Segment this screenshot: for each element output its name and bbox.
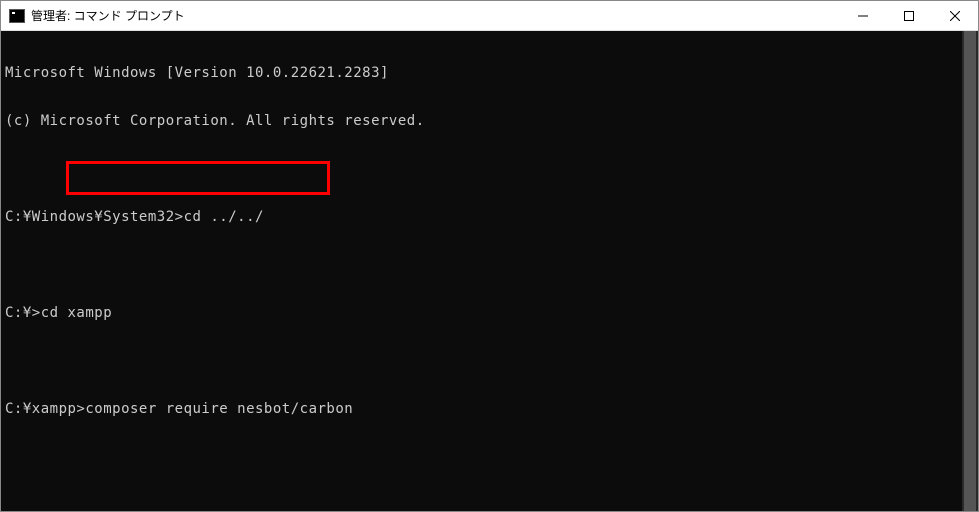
output-line: (c) Microsoft Corporation. All rights re…: [5, 113, 958, 129]
minimize-button[interactable]: [840, 1, 886, 30]
command-line: C:¥Windows¥System32>cd ../../: [5, 209, 958, 225]
command-prompt-window: 管理者: コマンド プロンプト Microsoft Windows [Versi…: [0, 0, 979, 512]
command-line: C:¥>cd xampp: [5, 305, 958, 321]
maximize-button[interactable]: [886, 1, 932, 30]
blank-line: [5, 257, 958, 273]
close-button[interactable]: [932, 1, 978, 30]
terminal-area[interactable]: Microsoft Windows [Version 10.0.22621.22…: [1, 31, 978, 511]
maximize-icon: [904, 11, 914, 21]
window-controls: [840, 1, 978, 30]
terminal-content[interactable]: Microsoft Windows [Version 10.0.22621.22…: [1, 31, 962, 511]
titlebar[interactable]: 管理者: コマンド プロンプト: [1, 1, 978, 31]
close-icon: [950, 11, 960, 21]
blank-line: [5, 161, 958, 177]
highlighted-command: composer require nesbot/carbon: [85, 401, 353, 417]
output-line: Microsoft Windows [Version 10.0.22621.22…: [5, 65, 958, 81]
current-command-line: C:¥xampp>composer require nesbot/carbon: [5, 401, 958, 417]
prompt-text: C:¥xampp>: [5, 401, 85, 417]
cmd-icon: [9, 9, 25, 23]
blank-line: [5, 353, 958, 369]
vertical-scrollbar[interactable]: [962, 31, 978, 511]
window-title: 管理者: コマンド プロンプト: [31, 7, 840, 24]
scrollbar-thumb[interactable]: [964, 31, 976, 511]
minimize-icon: [858, 11, 868, 21]
